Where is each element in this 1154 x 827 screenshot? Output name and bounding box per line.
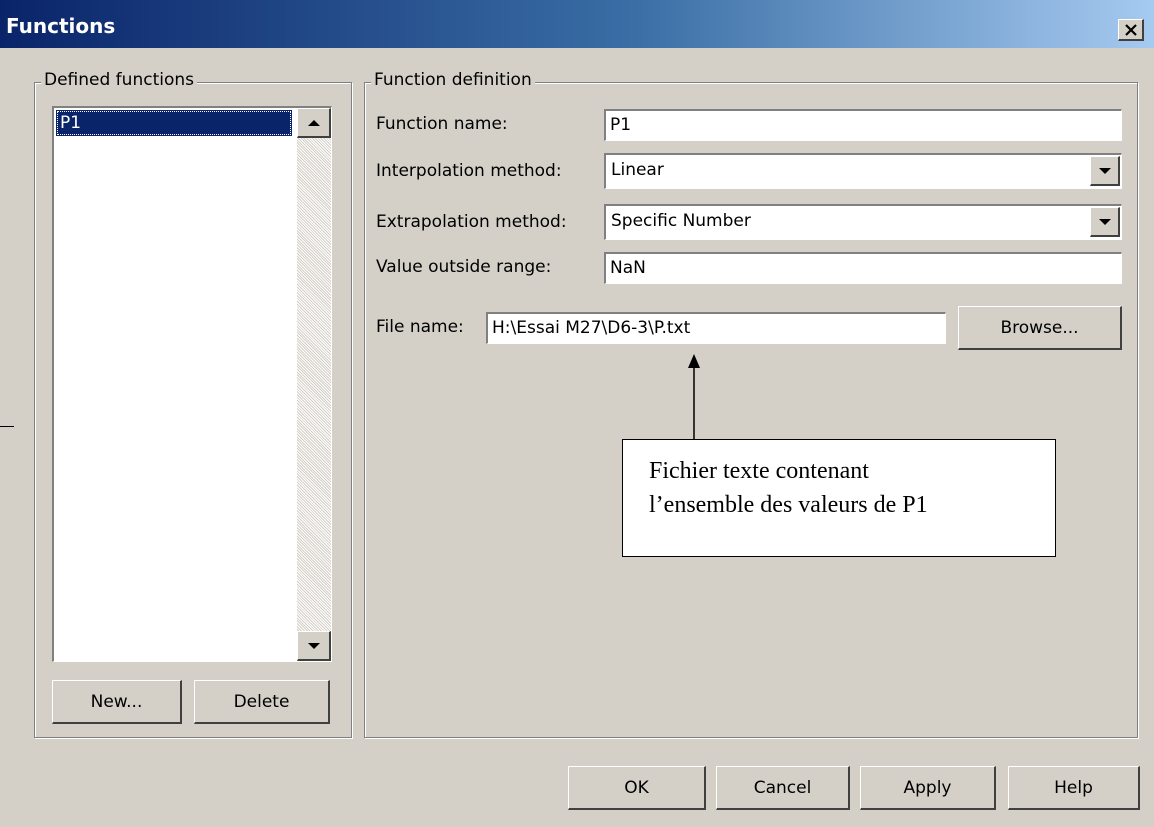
help-button[interactable]: Help — [1008, 766, 1140, 810]
extrapolation-dropdown-button[interactable] — [1090, 207, 1120, 237]
delete-button[interactable]: Delete — [194, 680, 330, 724]
left-edge-line — [0, 426, 14, 427]
interpolation-dropdown-button[interactable] — [1090, 156, 1120, 186]
interpolation-method-value: Linear — [611, 160, 664, 180]
apply-button[interactable]: Apply — [860, 766, 996, 810]
file-name-label: File name: — [376, 317, 464, 337]
scroll-up-button[interactable] — [297, 108, 331, 138]
scroll-down-button[interactable] — [297, 631, 331, 661]
close-icon — [1124, 23, 1137, 36]
extrapolation-method-label: Extrapolation method: — [376, 212, 567, 232]
annotation-arrow-icon — [688, 354, 700, 442]
list-item-p1[interactable]: P1 — [56, 110, 292, 136]
defined-functions-legend: Defined functions — [41, 70, 197, 90]
new-button[interactable]: New... — [52, 680, 182, 724]
ok-button[interactable]: OK — [568, 766, 706, 810]
close-button[interactable] — [1118, 19, 1144, 41]
value-outside-range-label: Value outside range: — [376, 257, 552, 277]
scroll-up-arrow-icon — [307, 119, 320, 126]
annotation-line-2: l’ensemble des valeurs de P1 — [649, 492, 928, 518]
interpolation-method-select[interactable]: Linear — [604, 153, 1122, 189]
extrapolation-method-value: Specific Number — [611, 211, 751, 231]
browse-button[interactable]: Browse... — [958, 306, 1122, 350]
dropdown-arrow-icon — [1098, 167, 1111, 174]
scroll-down-arrow-icon — [307, 642, 320, 649]
file-name-field[interactable]: H:\Essai M27\D6-3\P.txt — [486, 312, 946, 344]
interpolation-method-label: Interpolation method: — [376, 161, 562, 181]
annotation-callout: Fichier texte contenant l’ensemble des v… — [622, 439, 1056, 557]
window-title: Functions — [6, 14, 116, 38]
list-scrollbar[interactable] — [297, 108, 331, 661]
annotation-line-1: Fichier texte contenant — [649, 458, 869, 484]
value-outside-range-field[interactable]: NaN — [604, 252, 1122, 284]
functions-dialog: Functions Defined functions P1 New... De… — [0, 0, 1154, 827]
function-name-field[interactable]: P1 — [604, 109, 1122, 141]
function-name-label: Function name: — [376, 114, 508, 134]
title-bar[interactable]: Functions — [0, 0, 1154, 48]
cancel-button[interactable]: Cancel — [716, 766, 850, 810]
extrapolation-method-select[interactable]: Specific Number — [604, 204, 1122, 240]
defined-functions-list[interactable]: P1 — [52, 106, 332, 662]
dropdown-arrow-icon — [1098, 218, 1111, 225]
function-definition-legend: Function definition — [371, 70, 535, 90]
